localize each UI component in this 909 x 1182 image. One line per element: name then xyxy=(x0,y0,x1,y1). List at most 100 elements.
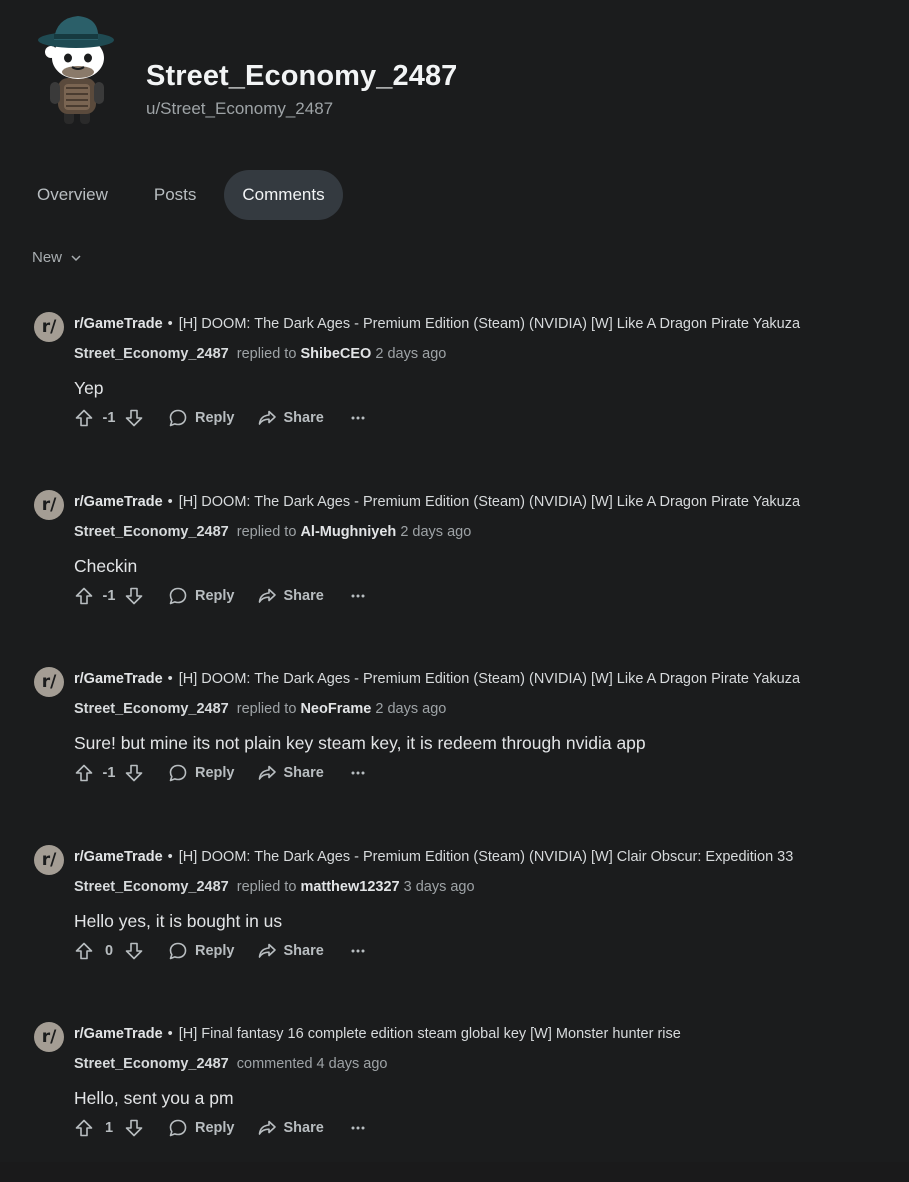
tab-comments[interactable]: Comments xyxy=(224,170,343,220)
more-options-button[interactable] xyxy=(346,948,370,954)
comment-actions: -1 Reply Share xyxy=(72,758,370,788)
comment-action: replied to xyxy=(236,701,297,717)
comment-time: 2 days ago xyxy=(400,524,472,540)
comment-score: -1 xyxy=(102,410,116,426)
subreddit-link[interactable]: r/GameTrade xyxy=(74,849,163,865)
ellipsis-icon xyxy=(351,1126,365,1130)
downvote-icon xyxy=(125,942,143,960)
comment-meta: r/GameTrade • [H] DOOM: The Dark Ages - Pr… xyxy=(74,671,800,687)
reply-button[interactable]: Reply xyxy=(168,1118,235,1138)
comment-attribution: Street_Economy_2487 replied to ShibeCEO 2… xyxy=(74,346,446,362)
upvote-button[interactable] xyxy=(72,939,96,963)
more-options-button[interactable] xyxy=(346,1125,370,1131)
separator-dot: • xyxy=(167,671,173,687)
share-button[interactable]: Share xyxy=(257,586,324,606)
comment-author[interactable]: Street_Economy_2487 xyxy=(74,879,229,895)
reply-target-user[interactable]: matthew12327 xyxy=(300,879,399,895)
post-title-link[interactable]: [H] DOOM: The Dark Ages - Premium Editio… xyxy=(179,494,800,510)
comment-body: Yep xyxy=(74,378,104,398)
comment-score: 0 xyxy=(104,943,114,959)
comment-time: 2 days ago xyxy=(375,701,447,717)
downvote-icon xyxy=(125,1119,143,1137)
tab-overview[interactable]: Overview xyxy=(19,170,126,220)
share-button[interactable]: Share xyxy=(257,941,324,961)
downvote-icon xyxy=(125,409,143,427)
comment-author[interactable]: Street_Economy_2487 xyxy=(74,1056,229,1072)
sort-dropdown[interactable]: New xyxy=(32,249,82,266)
more-options-button[interactable] xyxy=(346,770,370,776)
share-icon xyxy=(258,943,276,958)
share-label: Share xyxy=(283,588,324,604)
subreddit-icon[interactable]: r/ xyxy=(34,490,64,520)
profile-header: Street_Economy_2487 u/Street_Economy_248… xyxy=(30,8,890,138)
downvote-button[interactable] xyxy=(122,406,146,430)
comment-author[interactable]: Street_Economy_2487 xyxy=(74,524,229,540)
post-title-link[interactable]: [H] DOOM: The Dark Ages - Premium Editio… xyxy=(179,671,800,687)
share-button[interactable]: Share xyxy=(257,1118,324,1138)
comment-attribution: Street_Economy_2487 replied to NeoFrame 2… xyxy=(74,701,446,717)
subreddit-link[interactable]: r/GameTrade xyxy=(74,1026,163,1042)
comment-meta: r/GameTrade • [H] DOOM: The Dark Ages - Pr… xyxy=(74,316,800,332)
comment-item: r/ r/GameTrade • [H] DOOM: The Dark Ages -… xyxy=(34,312,894,472)
post-title-link[interactable]: [H] Final fantasy 16 complete edition st… xyxy=(179,1026,681,1042)
share-button[interactable]: Share xyxy=(257,763,324,783)
reply-target-user[interactable]: ShibeCEO xyxy=(300,346,371,362)
share-label: Share xyxy=(283,1120,324,1136)
subreddit-icon[interactable]: r/ xyxy=(34,312,64,342)
comment-author[interactable]: Street_Economy_2487 xyxy=(74,346,229,362)
comment-action: replied to xyxy=(236,524,297,540)
avatar[interactable] xyxy=(34,12,120,130)
comment-attribution: Street_Economy_2487 replied to matthew123… xyxy=(74,879,475,895)
comment-author[interactable]: Street_Economy_2487 xyxy=(74,701,229,717)
ellipsis-icon xyxy=(351,416,365,420)
reply-button[interactable]: Reply xyxy=(168,408,235,428)
subreddit-icon[interactable]: r/ xyxy=(34,1022,64,1052)
subreddit-link[interactable]: r/GameTrade xyxy=(74,494,163,510)
comment-item: r/ r/GameTrade • [H] Final fantasy 16 comp… xyxy=(34,1022,894,1182)
comment-body: Checkin xyxy=(74,556,138,576)
more-options-button[interactable] xyxy=(346,415,370,421)
downvote-icon xyxy=(125,587,143,605)
downvote-button[interactable] xyxy=(122,584,146,608)
more-options-button[interactable] xyxy=(346,593,370,599)
share-button[interactable]: Share xyxy=(257,408,324,428)
chevron-down-icon xyxy=(71,254,81,261)
post-title-link[interactable]: [H] DOOM: The Dark Ages - Premium Editio… xyxy=(179,849,794,865)
downvote-button[interactable] xyxy=(122,761,146,785)
comment-actions: 0 Reply Share xyxy=(72,936,370,966)
reply-target-user[interactable]: Al-Mughniyeh xyxy=(300,524,396,540)
reply-label: Reply xyxy=(195,943,235,959)
share-label: Share xyxy=(283,410,324,426)
upvote-button[interactable] xyxy=(72,406,96,430)
subreddit-icon[interactable]: r/ xyxy=(34,667,64,697)
share-label: Share xyxy=(283,765,324,781)
comment-bubble-icon xyxy=(169,942,187,960)
comment-attribution: Street_Economy_2487 commented 4 days ago xyxy=(74,1056,388,1072)
ellipsis-icon xyxy=(351,771,365,775)
comment-bubble-icon xyxy=(169,764,187,782)
comment-actions: 1 Reply Share xyxy=(72,1113,370,1143)
ellipsis-icon xyxy=(351,949,365,953)
reply-target-user[interactable]: NeoFrame xyxy=(300,701,371,717)
subreddit-link[interactable]: r/GameTrade xyxy=(74,316,163,332)
reply-button[interactable]: Reply xyxy=(168,763,235,783)
share-label: Share xyxy=(283,943,324,959)
upvote-button[interactable] xyxy=(72,1116,96,1140)
post-title-link[interactable]: [H] DOOM: The Dark Ages - Premium Editio… xyxy=(179,316,800,332)
comment-meta: r/GameTrade • [H] DOOM: The Dark Ages - Pr… xyxy=(74,494,800,510)
downvote-button[interactable] xyxy=(122,1116,146,1140)
separator-dot: • xyxy=(167,316,173,332)
comment-time: 3 days ago xyxy=(403,879,475,895)
comment-body: Sure! but mine its not plain key steam k… xyxy=(74,733,646,753)
comment-attribution: Street_Economy_2487 replied to Al-Mughniy… xyxy=(74,524,471,540)
upvote-button[interactable] xyxy=(72,584,96,608)
subreddit-icon[interactable]: r/ xyxy=(34,845,64,875)
subreddit-link[interactable]: r/GameTrade xyxy=(74,671,163,687)
ellipsis-icon xyxy=(351,594,365,598)
reply-button[interactable]: Reply xyxy=(168,941,235,961)
upvote-button[interactable] xyxy=(72,761,96,785)
downvote-button[interactable] xyxy=(122,939,146,963)
reply-button[interactable]: Reply xyxy=(168,586,235,606)
comment-action: replied to xyxy=(236,879,297,895)
tab-posts[interactable]: Posts xyxy=(136,170,215,220)
